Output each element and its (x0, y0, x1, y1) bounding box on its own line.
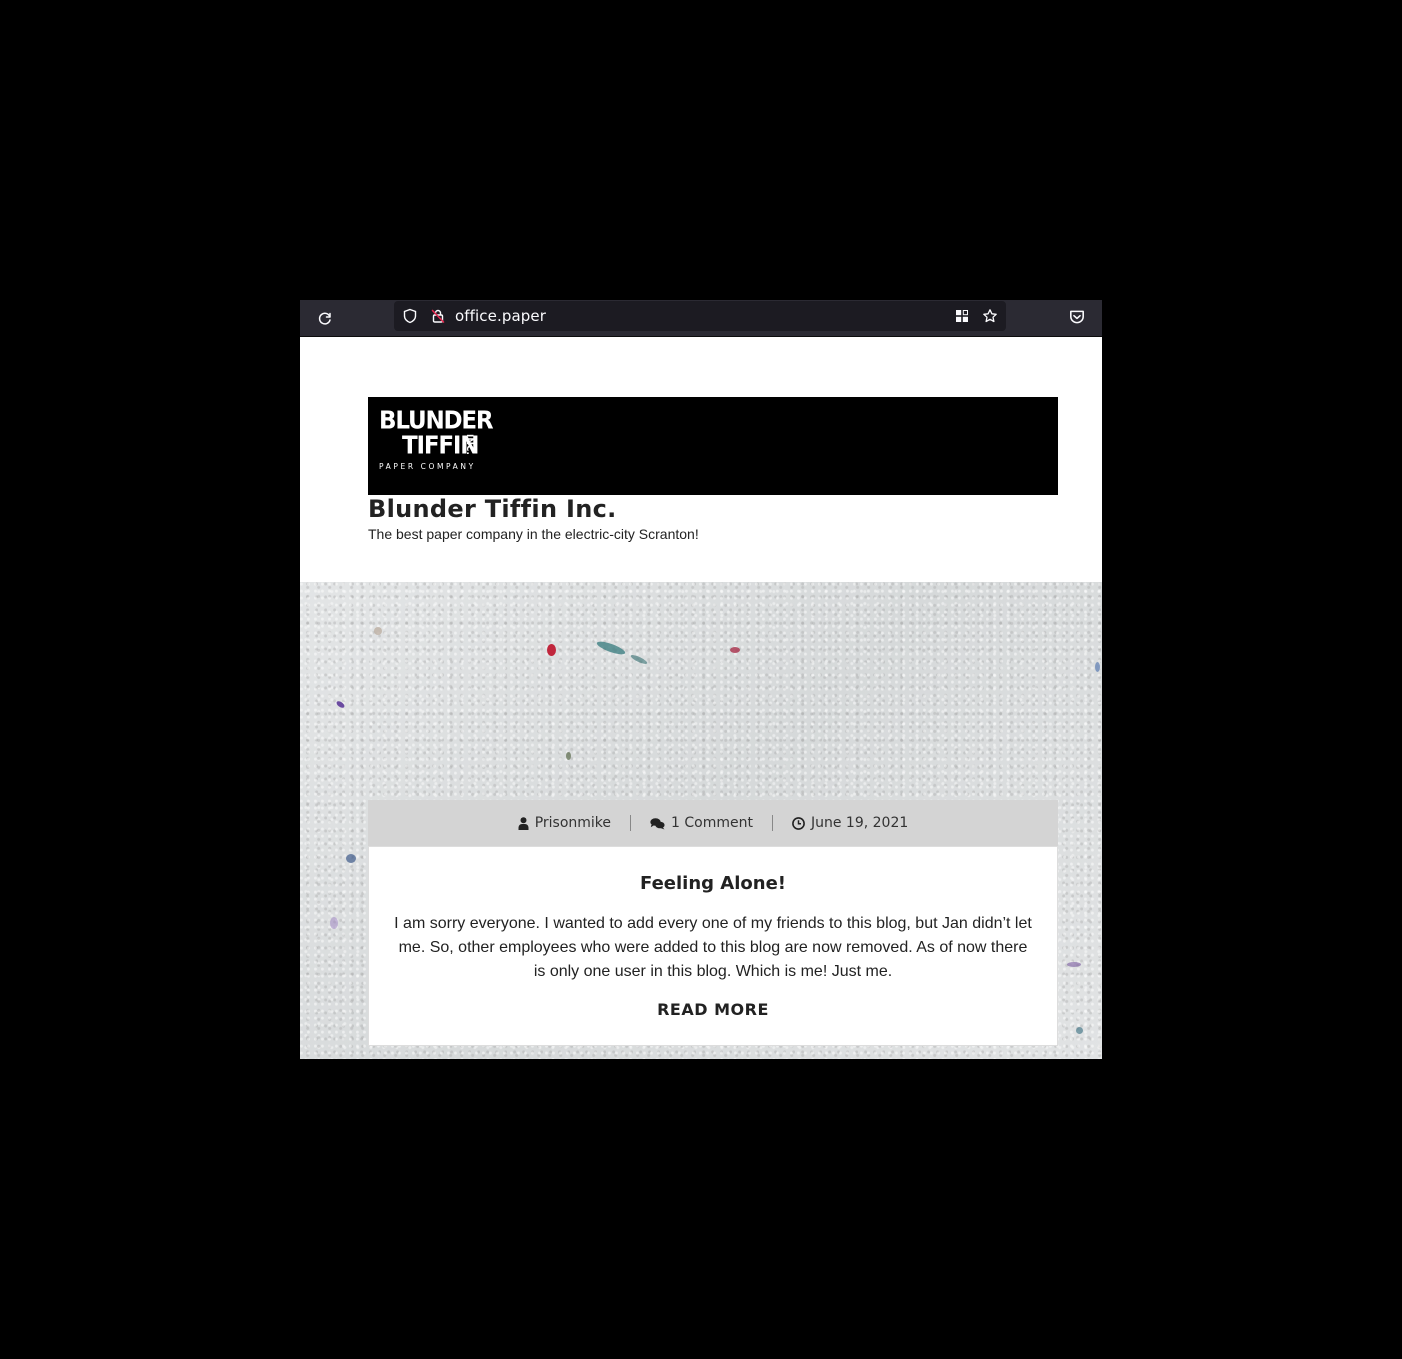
site-logo[interactable]: BLUNDER TIFFIN INC. PAPER COMPANY (378, 407, 494, 471)
reload-icon (318, 312, 331, 325)
paper-speck (1095, 662, 1100, 672)
post-meta-bar: Prisonmike 1 Comment June 19, 2021 (368, 800, 1058, 846)
paper-speck (374, 627, 382, 635)
post-excerpt: I am sorry everyone. I wanted to add eve… (394, 915, 1032, 980)
hero-background: Prisonmike 1 Comment June 19, 2021 Feeli… (300, 582, 1102, 1059)
header-banner[interactable]: BLUNDER TIFFIN INC. PAPER COMPANY (368, 397, 1058, 495)
clock-icon (792, 816, 805, 830)
paper-speck (595, 639, 627, 657)
paper-speck (335, 699, 346, 710)
paper-speck (330, 917, 338, 929)
post-author[interactable]: Prisonmike (499, 815, 630, 831)
shield-icon[interactable] (402, 308, 418, 324)
url-bar[interactable]: office.paper (394, 301, 1006, 331)
browser-window: office.paper BLUNDER TIFFIN INC. PAPER C… (300, 300, 1102, 1059)
post-title[interactable]: Feeling Alone! (369, 873, 1057, 894)
post-date[interactable]: June 19, 2021 (773, 815, 927, 831)
paper-speck (629, 653, 649, 666)
page-content: BLUNDER TIFFIN INC. PAPER COMPANY Blunde… (300, 337, 1102, 1059)
logo-line1: BLUNDER (379, 407, 494, 436)
site-title[interactable]: Blunder Tiffin Inc. (368, 495, 617, 523)
user-icon (518, 816, 529, 830)
site-tagline: The best paper company in the electric-c… (368, 526, 699, 542)
paper-speck (346, 854, 356, 863)
author-name[interactable]: Prisonmike (535, 815, 611, 831)
paper-speck (566, 752, 571, 760)
logo-inc: INC. (464, 434, 474, 455)
lock-slash-icon[interactable] (430, 308, 446, 324)
paper-speck (1067, 962, 1081, 967)
reload-button[interactable] (312, 306, 338, 330)
paper-speck (1076, 1027, 1083, 1034)
read-more-link[interactable]: READ MORE (369, 1000, 1057, 1019)
grid-icon[interactable] (954, 308, 970, 324)
star-icon[interactable] (982, 308, 998, 324)
url-text[interactable]: office.paper (455, 307, 546, 325)
site-header: BLUNDER TIFFIN INC. PAPER COMPANY Blunde… (300, 337, 1102, 582)
paper-speck (547, 644, 556, 656)
date-text[interactable]: June 19, 2021 (811, 815, 908, 831)
pocket-icon[interactable] (1068, 308, 1086, 326)
browser-toolbar: office.paper (300, 300, 1102, 337)
paper-speck (730, 647, 740, 653)
comments-icon (650, 817, 665, 829)
logo-subtitle: PAPER COMPANY (379, 462, 476, 471)
comments-count[interactable]: 1 Comment (671, 815, 753, 831)
post-comments[interactable]: 1 Comment (631, 815, 772, 831)
post-card: Feeling Alone! I am sorry everyone. I wa… (368, 846, 1058, 1046)
